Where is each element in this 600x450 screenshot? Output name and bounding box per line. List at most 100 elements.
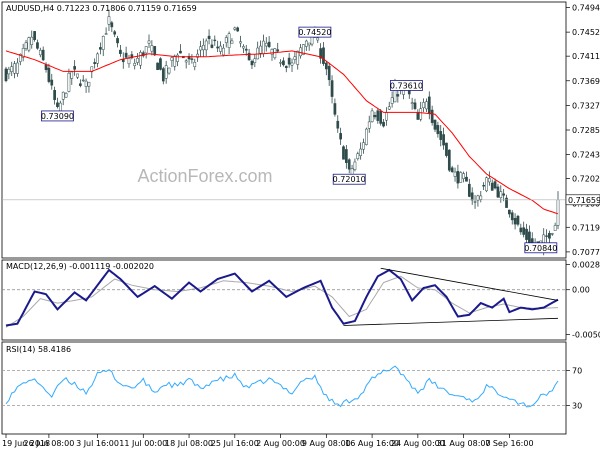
candle-body — [190, 58, 194, 60]
candle-body — [47, 67, 51, 82]
price-tick-label: 0.74110 — [572, 52, 600, 61]
candle-body — [396, 94, 400, 97]
candle-body — [236, 27, 240, 32]
candle-body — [287, 57, 291, 65]
price-annotation-label: 0.70840 — [524, 244, 557, 253]
candle-body — [179, 50, 182, 54]
candle-body — [150, 45, 154, 52]
candle-body — [10, 66, 14, 72]
candle-body — [70, 71, 74, 79]
candle-body — [4, 68, 8, 82]
candle-body — [224, 37, 228, 43]
candle-body — [276, 49, 280, 52]
rsi-panel-header: RSI(14) 58.4186 — [6, 345, 71, 354]
price-tick-label: 0.72850 — [572, 126, 600, 135]
candle-body — [144, 46, 148, 54]
candle-body — [496, 186, 500, 198]
candle-body — [345, 149, 348, 163]
candle-body — [176, 54, 179, 62]
candle-body — [304, 40, 308, 47]
candle-body — [50, 79, 54, 86]
candle-body — [465, 176, 468, 182]
candle-body — [450, 167, 454, 173]
candle-body — [339, 133, 342, 140]
rsi-tick-label: 70 — [572, 366, 582, 375]
candle-body — [101, 36, 105, 50]
candle-body — [173, 55, 177, 67]
candle-body — [550, 233, 554, 235]
candle-body — [164, 65, 168, 79]
candle-body — [207, 35, 211, 40]
candle-body — [213, 39, 217, 42]
time-tick-label: 2 Aug 00:00 — [256, 439, 305, 448]
candle-body — [427, 96, 431, 114]
candle-body — [230, 40, 234, 44]
candle-body — [385, 112, 388, 121]
candle-body — [359, 148, 363, 156]
macd-tick-label: 0.002804 — [572, 261, 600, 270]
price-annotation-label: 0.74520 — [298, 28, 331, 37]
candle-body — [336, 120, 340, 129]
candle-body — [502, 193, 506, 196]
candle-body — [170, 57, 174, 61]
candle-body — [447, 149, 451, 171]
candle-body — [44, 64, 48, 70]
macd-tick-label: 0.00 — [572, 286, 590, 295]
time-tick-label: 3 Jul 16:00 — [76, 439, 119, 448]
candle-body — [367, 121, 371, 129]
candle-body — [79, 83, 82, 86]
candle-body — [556, 199, 560, 226]
candle-body — [259, 45, 262, 54]
price-annotation-label: 0.73090 — [41, 112, 74, 121]
candle-body — [242, 46, 245, 49]
candle-body — [16, 62, 19, 74]
price-tick-label: 0.72430 — [572, 151, 600, 160]
candle-body — [299, 47, 302, 57]
price-tick-label: 0.73270 — [572, 101, 600, 110]
price-panel-header: AUDUSD,H4 0.71223 0.71806 0.71159 0.7165… — [6, 4, 197, 13]
candle-body — [76, 73, 79, 78]
candle-body — [410, 102, 414, 104]
candle-body — [519, 227, 523, 233]
macd-panel-header: MACD(12,26,9) -0.001119 -0.002020 — [6, 262, 154, 271]
candle-body — [119, 49, 122, 54]
candle-body — [324, 62, 328, 70]
candle-body — [127, 58, 131, 65]
candle-body — [201, 44, 205, 51]
candle-body — [459, 172, 463, 183]
candle-body — [124, 52, 128, 58]
time-tick-label: 11 Jul 00:00 — [119, 439, 167, 448]
candle-body — [53, 89, 56, 100]
candle-body — [433, 119, 437, 130]
candle-body — [422, 102, 425, 108]
candle-body — [490, 182, 494, 191]
watermark: ActionForex.com — [137, 166, 272, 186]
candle-body — [219, 45, 222, 52]
candle-body — [27, 37, 31, 51]
candle-body — [548, 232, 551, 239]
candle-body — [33, 31, 36, 40]
price-annotation-label: 0.72010 — [333, 175, 366, 184]
candle-body — [216, 46, 219, 49]
candle-body — [510, 212, 514, 221]
candle-body — [327, 65, 331, 81]
candle-body — [24, 42, 28, 49]
candle-body — [307, 42, 311, 46]
candle-body — [353, 161, 357, 170]
candle-body — [93, 62, 97, 64]
candle-body — [41, 49, 45, 61]
candle-body — [193, 61, 197, 67]
candle-body — [322, 47, 325, 64]
candle-body — [530, 238, 534, 243]
candle-body — [370, 110, 374, 122]
candle-body — [347, 159, 351, 170]
candle-body — [161, 68, 165, 82]
candle-body — [107, 16, 111, 25]
candle-body — [99, 47, 102, 50]
candle-body — [13, 63, 16, 74]
candle-body — [104, 33, 108, 35]
candle-body — [493, 181, 497, 189]
candle-body — [210, 44, 214, 48]
candle-body — [290, 62, 294, 66]
chart-svg: ActionForex.com 0.74940 0.74520 0.74110 0.7… — [0, 0, 600, 450]
